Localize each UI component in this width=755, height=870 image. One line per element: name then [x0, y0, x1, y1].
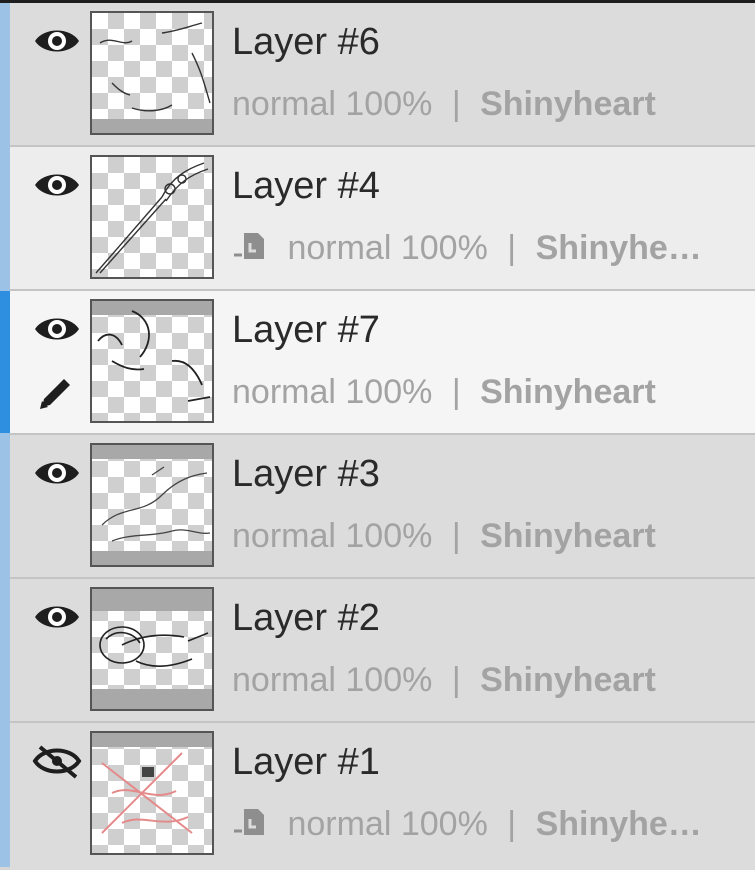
- layer-owner: Shinyheart: [480, 85, 656, 123]
- layer-row-2[interactable]: Layer #2 normal 100% | Shinyheart: [10, 579, 755, 723]
- opacity-value: 100%: [345, 373, 433, 411]
- separator: |: [451, 661, 461, 699]
- blend-mode: normal: [287, 805, 392, 843]
- panel-left-accent: [0, 3, 10, 867]
- layer-meta: normal 100% | Shinyheart: [232, 373, 656, 412]
- opacity-value: 100%: [345, 517, 433, 555]
- clipping-mask-icon: [234, 809, 264, 835]
- opacity-value: 100%: [345, 661, 433, 699]
- blend-mode: normal: [232, 517, 336, 555]
- layer-thumbnail: [90, 587, 214, 711]
- eye-icon[interactable]: [32, 311, 82, 347]
- layer-row-4[interactable]: Layer #4 normal 100% | Shinyhe…: [10, 147, 755, 291]
- opacity-value: 100%: [400, 229, 488, 267]
- layer-name[interactable]: Layer #6: [232, 21, 380, 64]
- layer-thumbnail: [90, 443, 214, 567]
- layer-name[interactable]: Layer #3: [232, 453, 380, 496]
- eye-icon[interactable]: [32, 167, 82, 203]
- layer-owner: Shinyheart: [480, 373, 656, 411]
- blend-mode: normal: [232, 661, 336, 699]
- eye-slash-icon[interactable]: [32, 743, 82, 779]
- blend-mode: normal: [232, 373, 336, 411]
- layer-meta: normal 100% | Shinyheart: [232, 517, 656, 556]
- eye-icon[interactable]: [32, 455, 82, 491]
- layer-name[interactable]: Layer #1: [232, 741, 380, 784]
- eye-icon[interactable]: [32, 23, 82, 59]
- layer-thumbnail: [90, 155, 214, 279]
- blend-mode: normal: [232, 85, 336, 123]
- layer-meta: normal 100% | Shinyhe…: [232, 805, 702, 844]
- pencil-icon: [40, 379, 70, 409]
- layer-meta: normal 100% | Shinyheart: [232, 661, 656, 700]
- layer-meta: normal 100% | Shinyheart: [232, 85, 656, 124]
- layer-name[interactable]: Layer #4: [232, 165, 380, 208]
- layer-row-6[interactable]: Layer #6 normal 100% | Shinyheart: [10, 3, 755, 147]
- separator: |: [451, 373, 461, 411]
- layer-row-7[interactable]: Layer #7 normal 100% | Shinyheart: [0, 291, 755, 435]
- layer-thumbnail: [90, 11, 214, 135]
- blend-mode: normal: [287, 229, 392, 267]
- eye-icon[interactable]: [32, 599, 82, 635]
- opacity-value: 100%: [400, 805, 488, 843]
- opacity-value: 100%: [345, 85, 433, 123]
- layer-name[interactable]: Layer #7: [232, 309, 380, 352]
- separator: |: [507, 229, 517, 267]
- layer-owner: Shinyheart: [480, 661, 656, 699]
- layer-owner: Shinyheart: [480, 517, 656, 555]
- separator: |: [451, 517, 461, 555]
- layer-owner: Shinyhe…: [535, 229, 702, 267]
- layer-meta: normal 100% | Shinyhe…: [232, 229, 702, 268]
- separator: |: [451, 85, 461, 123]
- layer-thumbnail: [90, 731, 214, 855]
- layer-row-3[interactable]: Layer #3 normal 100% | Shinyheart: [10, 435, 755, 579]
- separator: |: [507, 805, 517, 843]
- clipping-mask-icon: [234, 233, 264, 259]
- layer-thumbnail: [90, 299, 214, 423]
- layers-panel: Layer #6 normal 100% | Shinyheart Layer …: [0, 0, 755, 870]
- layer-owner: Shinyhe…: [535, 805, 702, 843]
- layer-row-1[interactable]: Layer #1 normal 100% | Shinyhe…: [10, 723, 755, 870]
- layer-name[interactable]: Layer #2: [232, 597, 380, 640]
